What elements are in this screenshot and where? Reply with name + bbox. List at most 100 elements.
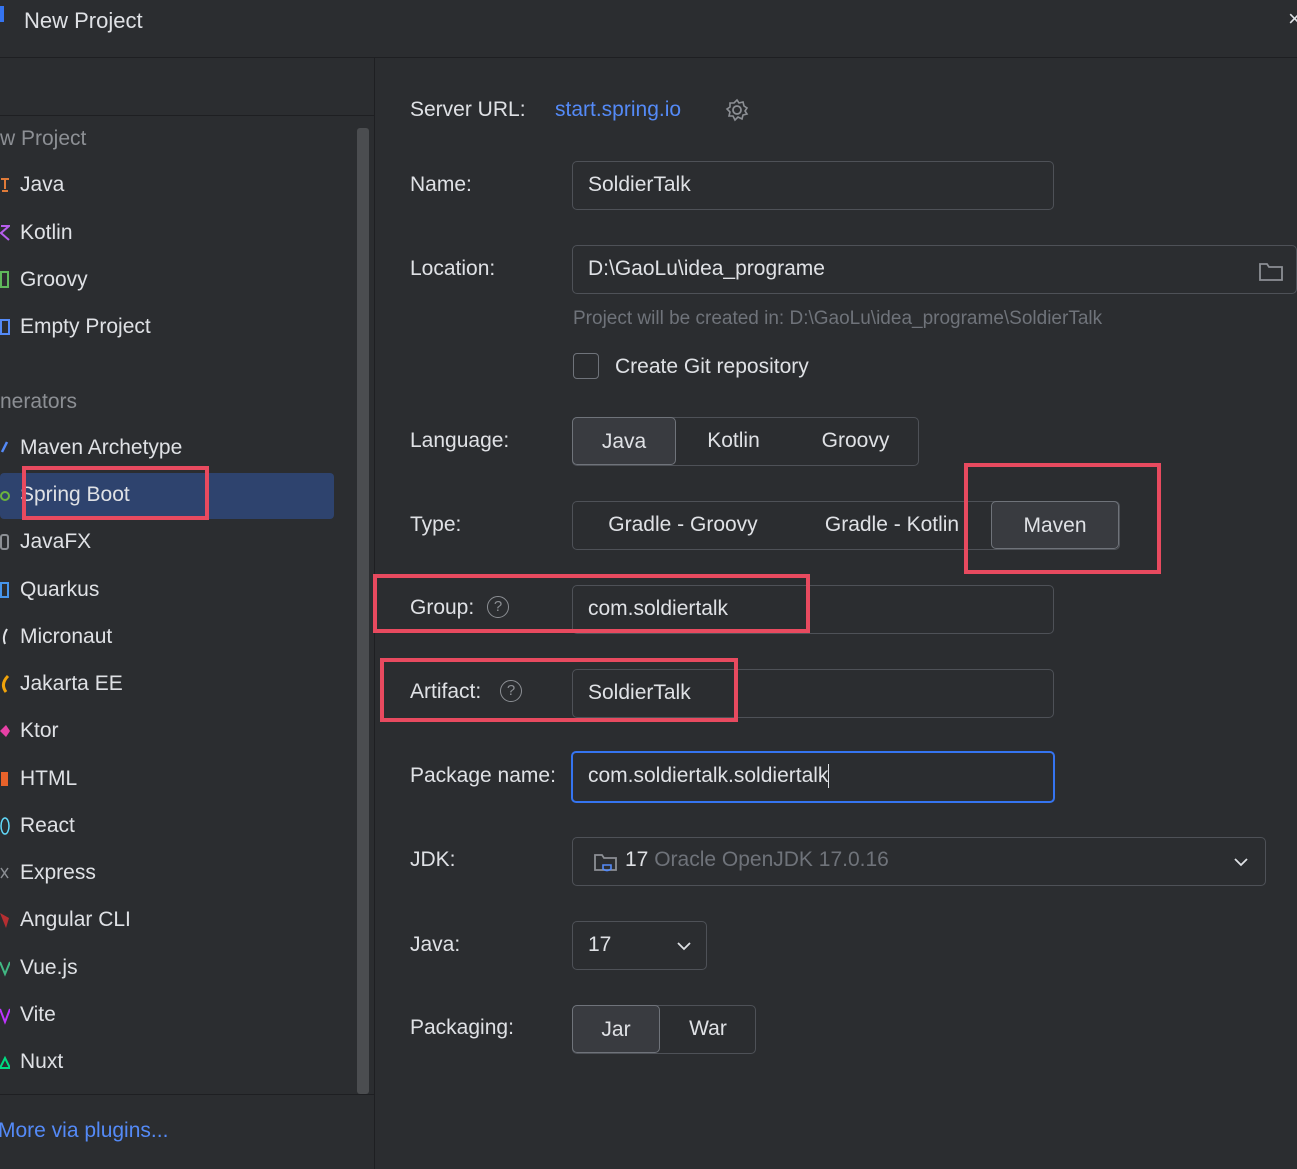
nuxt-icon [0, 1055, 10, 1069]
folder-icon[interactable] [1258, 260, 1284, 282]
ktor-icon [0, 725, 10, 737]
sidebar-item-maven-archetype[interactable]: Maven Archetype [0, 426, 334, 472]
create-git-checkbox[interactable] [573, 353, 599, 379]
micronaut-icon [2, 628, 8, 645]
react-icon [0, 817, 10, 835]
sidebar-item-quarkus[interactable]: Quarkus [0, 568, 334, 614]
sidebar-item-label: React [20, 814, 75, 837]
kotlin-icon [0, 225, 10, 241]
artifact-label: Artifact: [410, 680, 482, 703]
jdk-folder-icon [594, 854, 617, 872]
vite-icon [0, 1008, 10, 1025]
packaging-segmented: Jar War [572, 1005, 756, 1054]
java-version-value: 17 [588, 933, 612, 956]
packaging-option-war[interactable]: War [661, 1005, 755, 1053]
chevron-down-icon [677, 942, 691, 951]
sidebar-item-empty-project[interactable]: Empty Project [0, 305, 334, 351]
jakarta-icon [1, 674, 10, 693]
location-hint: Project will be created in: D:\GaoLu\ide… [573, 308, 1103, 329]
sidebar-item-micronaut[interactable]: Micronaut [0, 615, 334, 661]
name-value: SoldierTalk [588, 173, 691, 196]
java-version-dropdown[interactable]: 17 [572, 921, 707, 970]
package-name-field[interactable]: com.soldiertalk.soldiertalk [571, 751, 1055, 803]
group-value: com.soldiertalk [588, 597, 729, 620]
language-option-groovy[interactable]: Groovy [793, 417, 918, 465]
jdk-description: Oracle OpenJDK 17.0.16 [654, 848, 889, 871]
quarkus-icon [0, 582, 9, 598]
sidebar-bottom-divider [0, 1094, 374, 1095]
sidebar-item-label: Vue.js [20, 956, 78, 979]
name-label: Name: [410, 173, 472, 196]
more-via-plugins-link[interactable]: More via plugins... [0, 1119, 168, 1143]
java-icon [1, 178, 9, 192]
groovy-icon [0, 271, 9, 288]
sidebar-item-label: Groovy [20, 268, 88, 291]
section-generators: nerators [0, 390, 78, 413]
sidebar-item-label: Micronaut [20, 625, 113, 648]
sidebar-top-divider [0, 115, 374, 116]
type-segmented: Gradle - Groovy Gradle - Kotlin Maven [572, 501, 1120, 550]
sidebar-item-nuxt[interactable]: Nuxt [0, 1040, 334, 1086]
sidebar-item-spring-boot[interactable]: Spring Boot [0, 473, 334, 519]
sidebar-item-vite[interactable]: Vite [0, 993, 334, 1039]
location-field[interactable]: D:\GaoLu\idea_programe [572, 245, 1297, 294]
sidebar-item-groovy[interactable]: Groovy [0, 258, 334, 304]
sidebar-item-label: Java [20, 173, 65, 196]
sidebar-item-label: Ktor [20, 719, 59, 742]
package-name-value: com.soldiertalk.soldiertalk [588, 764, 830, 789]
type-option-gradle-kotlin[interactable]: Gradle - Kotlin [793, 501, 991, 549]
language-segmented: Java Kotlin Groovy [572, 417, 919, 466]
section-new-project: w Project [0, 127, 87, 150]
sidebar-item-label: Kotlin [20, 221, 73, 244]
sidebar-item-kotlin[interactable]: Kotlin [0, 211, 334, 257]
sidebar-item-javafx[interactable]: JavaFX [0, 520, 334, 566]
sidebar-item-jakarta-ee[interactable]: Jakarta EE [0, 662, 334, 708]
gear-icon[interactable] [725, 98, 749, 122]
type-option-maven[interactable]: Maven [991, 501, 1119, 549]
artifact-field[interactable]: SoldierTalk [572, 669, 1054, 718]
sidebar-item-express[interactable]: Express [0, 851, 334, 897]
type-label: Type: [410, 513, 462, 536]
packaging-option-jar[interactable]: Jar [572, 1005, 660, 1053]
location-value: D:\GaoLu\idea_programe [588, 257, 825, 280]
location-label: Location: [410, 257, 496, 280]
sidebar-item-java[interactable]: Java [0, 163, 334, 209]
title-bar: New Project × [0, 0, 1297, 58]
language-option-kotlin[interactable]: Kotlin [677, 417, 790, 465]
sidebar-item-label: Angular CLI [20, 908, 131, 931]
sidebar-scrollbar[interactable] [357, 128, 369, 1094]
server-url-link[interactable]: start.spring.io [555, 98, 681, 122]
name-field[interactable]: SoldierTalk [572, 161, 1054, 210]
sidebar-item-label: JavaFX [20, 530, 92, 553]
sidebar-item-label: Express [20, 861, 96, 884]
spring-boot-icon [0, 491, 10, 501]
express-icon [0, 867, 9, 879]
jdk-label: JDK: [410, 848, 456, 871]
vue-icon [0, 961, 10, 977]
language-label: Language: [410, 429, 510, 452]
app-logo-icon [0, 6, 4, 22]
sidebar-item-vuejs[interactable]: Vue.js [0, 946, 334, 992]
group-help-icon[interactable]: ? [487, 596, 509, 618]
sidebar-item-html[interactable]: HTML [0, 757, 334, 803]
language-option-java[interactable]: Java [572, 417, 676, 465]
sidebar-item-label: Nuxt [20, 1050, 64, 1073]
artifact-help-icon[interactable]: ? [500, 680, 522, 702]
sidebar-item-label: Quarkus [20, 578, 100, 601]
empty-project-icon [0, 319, 10, 335]
server-url-label: Server URL: [410, 98, 526, 121]
jdk-version: 17 [625, 848, 649, 871]
window-title: New Project [24, 8, 143, 33]
sidebar-item-label: Spring Boot [20, 483, 130, 506]
type-option-gradle-groovy[interactable]: Gradle - Groovy [579, 501, 787, 549]
sidebar-item-label: Empty Project [20, 315, 151, 338]
html-icon [1, 772, 8, 786]
sidebar-item-ktor[interactable]: Ktor [0, 709, 334, 755]
group-label: Group: [410, 596, 475, 619]
close-icon[interactable]: × [1288, 6, 1297, 32]
group-field[interactable]: com.soldiertalk [572, 585, 1054, 634]
sidebar-item-angular-cli[interactable]: Angular CLI [0, 898, 334, 944]
artifact-value: SoldierTalk [588, 681, 691, 704]
maven-icon [0, 441, 9, 453]
sidebar-item-react[interactable]: React [0, 804, 334, 850]
